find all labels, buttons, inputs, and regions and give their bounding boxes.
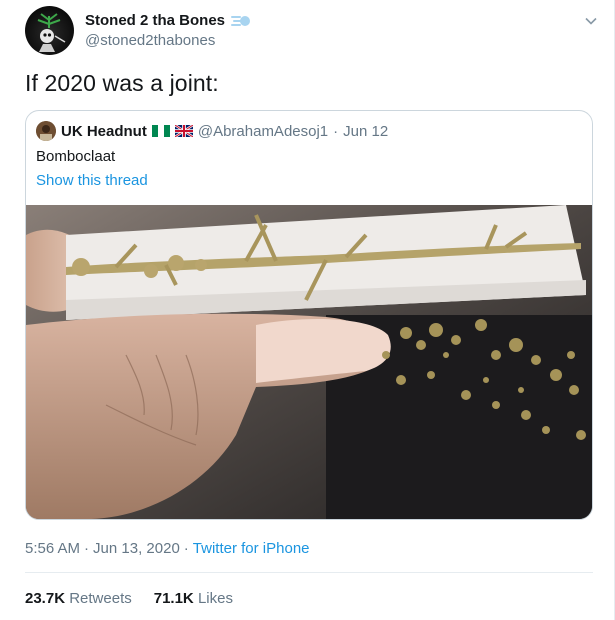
tweet-meta: 5:56 AM · Jun 13, 2020 · Twitter for iPhone (25, 540, 310, 557)
chevron-down-icon[interactable] (582, 12, 600, 30)
quoted-avatar[interactable] (36, 121, 56, 141)
tweet-date[interactable]: Jun 13, 2020 (93, 540, 180, 557)
retweets-stat[interactable]: 23.7K Retweets (25, 590, 132, 607)
retweets-label: Retweets (69, 590, 132, 607)
quoted-text: Bomboclaat (36, 148, 116, 165)
nigeria-flag-icon (151, 125, 170, 137)
retweets-count: 23.7K (25, 590, 66, 607)
quoted-date[interactable]: Jun 12 (343, 123, 388, 140)
author-avatar[interactable] (25, 6, 74, 55)
author-name-row: Stoned 2 tha Bones (85, 12, 251, 29)
tweet-card: Stoned 2 tha Bones @stoned2thabones If 2… (0, 0, 615, 620)
tweet-header: Stoned 2 tha Bones @stoned2thabones (25, 6, 600, 56)
uk-flag-icon (174, 125, 193, 137)
tweet-stats: 23.7K Retweets 71.1K Likes (25, 590, 233, 607)
dash-icon (231, 15, 251, 26)
quoted-header: UK Headnut @AbrahamAdesoj1 · Jun 12 (36, 121, 388, 141)
tweet-text: If 2020 was a joint: (25, 70, 219, 96)
author-display-name[interactable]: Stoned 2 tha Bones (85, 12, 225, 29)
skull-leaf-icon (37, 13, 66, 52)
quoted-handle[interactable]: @AbrahamAdesoj1 (198, 123, 328, 140)
likes-stat[interactable]: 71.1K Likes (154, 590, 233, 607)
quoted-separator: · (333, 122, 339, 140)
likes-count: 71.1K (153, 590, 194, 607)
meta-separator: · (84, 540, 90, 557)
joint-photo[interactable] (26, 205, 592, 519)
likes-label: Likes (197, 590, 233, 607)
meta-separator-2: · (183, 540, 189, 557)
show-thread-link[interactable]: Show this thread (36, 172, 148, 189)
divider (25, 572, 593, 573)
author-handle[interactable]: @stoned2thabones (85, 32, 215, 49)
tweet-time[interactable]: 5:56 AM (25, 540, 80, 557)
tweet-source-link[interactable]: Twitter for iPhone (193, 540, 310, 557)
quoted-tweet[interactable]: UK Headnut @AbrahamAdesoj1 · Jun 12 Bomb… (25, 110, 593, 520)
quoted-display-name[interactable]: UK Headnut (61, 123, 147, 140)
